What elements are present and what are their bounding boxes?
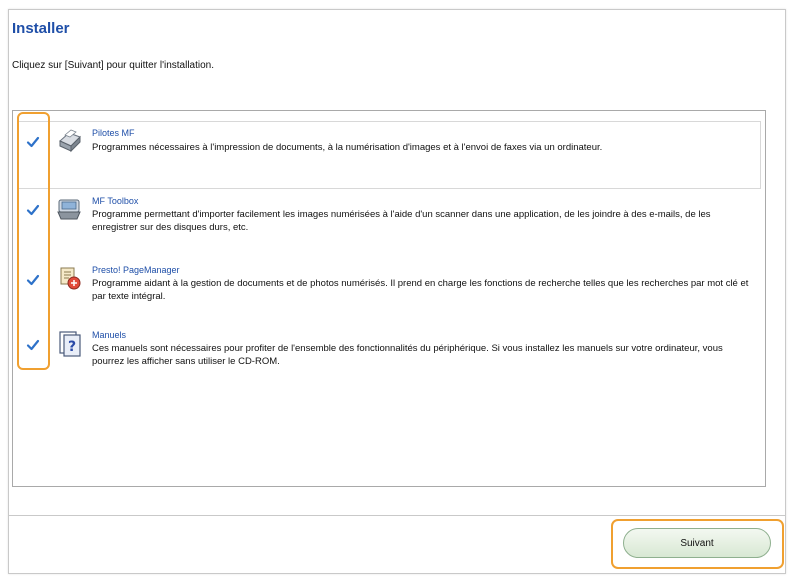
page-title: Installer: [12, 20, 70, 37]
item-description: Ces manuels sont nécessaires pour profit…: [92, 343, 723, 367]
component-list: Pilotes MF Programmes nécessaires à l'im…: [12, 110, 766, 487]
svg-text:?: ?: [68, 339, 76, 355]
footer-divider: [8, 515, 786, 516]
item-description: Programme permettant d'importer facileme…: [92, 209, 711, 233]
item-name: Manuels: [92, 330, 127, 340]
page-manager-icon: [60, 267, 81, 290]
instruction-text: Cliquez sur [Suivant] pour quitter l'ins…: [12, 60, 215, 71]
item-name: MF Toolbox: [92, 196, 139, 206]
item-description: Programme aidant à la gestion de documen…: [92, 278, 749, 302]
item-description: Programmes nécessaires à l'impression de…: [92, 142, 603, 153]
item-name: Presto! PageManager: [92, 265, 180, 275]
checkmarks-highlight: [17, 112, 50, 370]
printer-driver-icon: [59, 129, 81, 153]
item-name: Pilotes MF: [92, 128, 135, 138]
scanner-toolbox-icon: [57, 199, 81, 220]
manual-help-icon: ?: [59, 331, 81, 357]
next-button[interactable]: Suivant: [623, 528, 771, 558]
